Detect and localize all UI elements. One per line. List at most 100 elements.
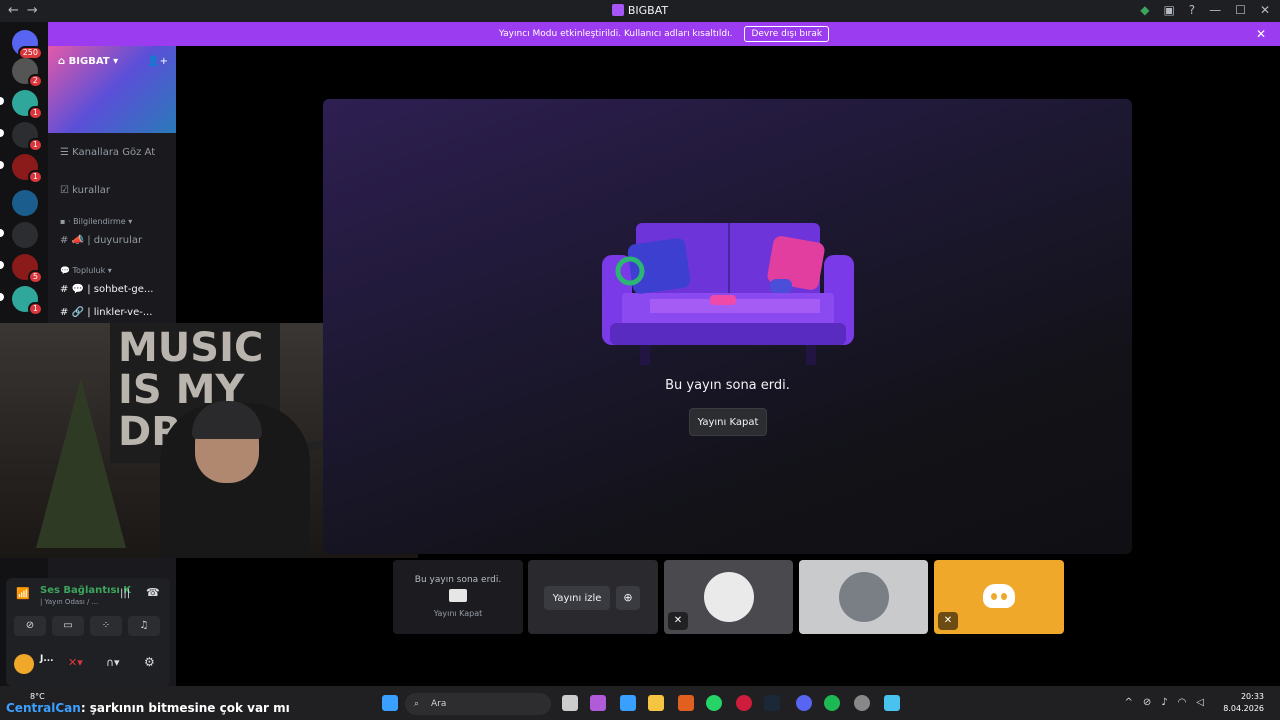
couch-seam bbox=[728, 223, 730, 303]
mention-badge: 1 bbox=[27, 106, 43, 120]
close-window-icon[interactable]: ✕ bbox=[1260, 3, 1270, 17]
steam-icon[interactable] bbox=[764, 695, 780, 711]
stream-stage: Bu yayın sona erdi. Yayını Kapat bbox=[323, 99, 1132, 554]
whatsapp-icon[interactable] bbox=[706, 695, 722, 711]
mic-muted-icon[interactable]: ✕▾ bbox=[68, 656, 83, 669]
taskbar-search[interactable]: ⌕ Ara bbox=[405, 693, 551, 715]
invite-icon[interactable]: 👤+ bbox=[147, 56, 168, 67]
unread-dot bbox=[0, 97, 4, 105]
chat-overlay-user: CentralCan bbox=[6, 701, 81, 715]
server-name-text: BIGBAT bbox=[68, 56, 110, 67]
blue-pillow bbox=[627, 238, 691, 294]
unread-dot bbox=[0, 129, 4, 137]
clock[interactable]: 20:33 8.04.2026 bbox=[1223, 691, 1264, 715]
channel-announcements[interactable]: # 📣 | duyurular bbox=[60, 235, 142, 246]
disable-streamer-mode-button[interactable]: Devre dışı bırak bbox=[744, 26, 830, 42]
screen-share-icon[interactable]: ▭ bbox=[52, 616, 84, 636]
user-avatar[interactable] bbox=[14, 654, 34, 674]
dm-avatar[interactable]: 1 bbox=[12, 286, 43, 316]
server-banner[interactable]: ⌂ BIGBAT ▾ 👤+ bbox=[48, 46, 176, 133]
settings-gear-icon[interactable]: ⚙ bbox=[144, 655, 155, 669]
file-explorer-icon[interactable] bbox=[648, 695, 664, 711]
window-title: BIGBAT bbox=[0, 4, 1280, 17]
watch-stream-button[interactable]: Yayını izle bbox=[544, 586, 610, 610]
user-name[interactable]: J... bbox=[40, 654, 54, 664]
window-title-text: BIGBAT bbox=[627, 4, 669, 17]
window-controls: ◆ ▣ ? — ☐ ✕ bbox=[1140, 3, 1270, 17]
mention-badge: 1 bbox=[27, 302, 43, 316]
browser-icon[interactable] bbox=[678, 695, 694, 711]
ended-stream-tile[interactable]: Bu yayın sona erdi. Yayını Kapat bbox=[393, 560, 523, 634]
camera-off-icon[interactable]: ⊘ bbox=[14, 616, 46, 636]
nitro-icon[interactable]: ◆ bbox=[1140, 3, 1149, 17]
mention-badge: 1 bbox=[27, 138, 43, 152]
channel-label: | sohbet-ge... bbox=[87, 284, 154, 295]
close-banner-icon[interactable]: ✕ bbox=[1256, 27, 1266, 41]
muted-mic-icon: ✕ bbox=[668, 612, 688, 630]
minimize-icon[interactable]: — bbox=[1209, 3, 1221, 17]
app-icon[interactable] bbox=[854, 695, 870, 711]
tile-close-label[interactable]: Yayını Kapat bbox=[393, 609, 523, 618]
popout-icon[interactable]: ⊕ bbox=[616, 586, 640, 610]
weather-widget[interactable]: 8°C bbox=[30, 692, 45, 701]
voice-status[interactable]: Ses Bağlantısı K bbox=[40, 585, 131, 596]
server-icon[interactable]: 1 bbox=[12, 122, 43, 152]
maximize-icon[interactable]: ☐ bbox=[1235, 3, 1246, 17]
notepad-icon[interactable] bbox=[884, 695, 900, 711]
server-icon[interactable]: 5 bbox=[12, 254, 43, 284]
signal-icon[interactable]: 📶 bbox=[16, 587, 30, 600]
channel-links[interactable]: # 🔗 | linkler-ve-... bbox=[60, 307, 152, 318]
task-view-icon[interactable] bbox=[562, 695, 578, 711]
banner-text: Yayıncı Modu etkinleştirildi. Kullanıcı … bbox=[498, 29, 733, 39]
discord-logo-icon bbox=[983, 584, 1015, 608]
server-icon[interactable] bbox=[12, 190, 38, 216]
participant-tile[interactable] bbox=[799, 560, 928, 634]
spotify-icon[interactable] bbox=[824, 695, 840, 711]
search-icon: ⌕ bbox=[414, 699, 420, 709]
stream-preview-tile[interactable]: Yayını izle ⊕ bbox=[528, 560, 658, 634]
dm-avatar[interactable]: 1 bbox=[12, 90, 43, 120]
noise-suppression-icon[interactable]: ||| bbox=[120, 588, 130, 599]
copilot-icon[interactable] bbox=[590, 695, 606, 711]
server-icon[interactable]: 1 bbox=[12, 154, 43, 184]
couch-leg-right bbox=[806, 345, 816, 365]
couch-base bbox=[610, 323, 846, 345]
mention-badge: 1 bbox=[27, 170, 43, 184]
participant-tile[interactable]: ✕ bbox=[934, 560, 1064, 634]
headphones-icon[interactable]: ∩▾ bbox=[106, 656, 120, 669]
disconnect-icon[interactable]: ☎ bbox=[146, 586, 160, 599]
server-name[interactable]: ⌂ BIGBAT ▾ bbox=[58, 56, 118, 67]
unread-dot bbox=[0, 293, 4, 301]
soundboard-icon[interactable]: ♫ bbox=[128, 616, 160, 636]
channel-chat[interactable]: # 💬 | sohbet-ge... bbox=[60, 284, 153, 295]
mention-badge: 2 bbox=[27, 74, 43, 88]
stream-ended-text: Bu yayın sona erdi. bbox=[665, 378, 790, 393]
channel-label: | duyurular bbox=[87, 235, 143, 246]
store-icon[interactable] bbox=[620, 695, 636, 711]
home-icon[interactable]: 250 bbox=[12, 30, 43, 60]
dm-avatar[interactable]: 2 bbox=[12, 58, 43, 88]
tile-ended-text: Bu yayın sona erdi. bbox=[414, 575, 502, 585]
voice-connection-panel: 📶 Ses Bağlantısı K | Yayın Odası / ... |… bbox=[6, 578, 170, 686]
category-community[interactable]: 💬 Topluluk ▾ bbox=[60, 266, 112, 275]
channel-rules[interactable]: ☑ kurallar bbox=[60, 185, 110, 196]
server-icon[interactable] bbox=[12, 222, 38, 248]
help-icon[interactable]: ? bbox=[1189, 3, 1195, 17]
voice-channel-name[interactable]: | Yayın Odası / ... bbox=[40, 598, 98, 606]
category-info[interactable]: ▪ · Bilgilendirme ▾ bbox=[60, 217, 132, 226]
muted-mic-icon: ✕ bbox=[938, 612, 958, 630]
christmas-tree bbox=[36, 378, 126, 548]
inbox-icon[interactable]: ▣ bbox=[1163, 3, 1174, 17]
discord-icon[interactable] bbox=[796, 695, 812, 711]
browse-channels[interactable]: ☰ Kanallara Göz At bbox=[60, 147, 155, 158]
clock-date: 8.04.2026 bbox=[1223, 704, 1264, 713]
unread-dot bbox=[0, 261, 4, 269]
start-icon[interactable] bbox=[382, 695, 398, 711]
category-label: Bilgilendirme bbox=[73, 217, 126, 226]
category-label: Topluluk bbox=[72, 266, 106, 275]
participant-tile[interactable]: ✕ bbox=[664, 560, 793, 634]
system-tray-icons[interactable]: ^⊘♪◠◁ bbox=[1124, 697, 1214, 708]
opera-icon[interactable] bbox=[736, 695, 752, 711]
close-stream-button[interactable]: Yayını Kapat bbox=[689, 408, 767, 436]
activities-icon[interactable]: ⁘ bbox=[90, 616, 122, 636]
